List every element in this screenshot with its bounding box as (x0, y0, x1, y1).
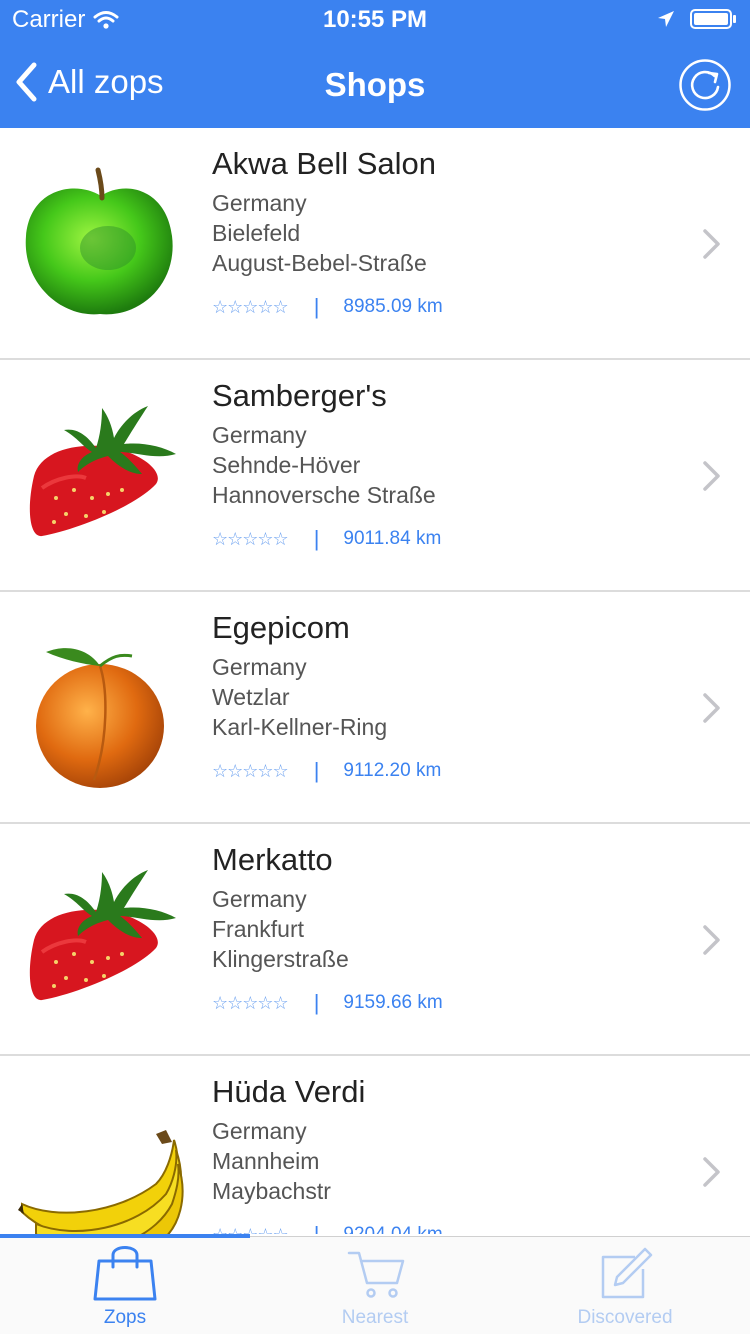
shop-distance: 9011.84 km (343, 528, 442, 549)
tab-nearest[interactable]: Nearest (250, 1237, 500, 1334)
rating-stars: ☆☆☆☆☆ (212, 992, 289, 1013)
shop-meta: ☆☆☆☆☆ | 9112.20 km (212, 758, 441, 784)
location-arrow-icon (658, 11, 674, 27)
refresh-icon[interactable] (678, 58, 732, 112)
status-icons (656, 8, 738, 30)
status-bar: Carrier 10:55 PM (0, 0, 750, 40)
shop-city: Mannheim (212, 1148, 320, 1174)
shop-country: Germany (212, 422, 307, 448)
shop-list[interactable]: Akwa Bell Salon Germany Bielefeld August… (0, 128, 750, 1234)
shop-row[interactable]: Akwa Bell Salon Germany Bielefeld August… (0, 128, 750, 360)
top-bar: Carrier 10:55 PM All zops Shops (0, 0, 750, 128)
shop-meta: ☆☆☆☆☆ | 9159.66 km (212, 990, 443, 1016)
shop-country: Germany (212, 886, 307, 912)
shop-distance: 9112.20 km (343, 760, 442, 781)
meta-separator: | (313, 758, 320, 783)
shop-distance: 8985.09 km (343, 296, 443, 317)
meta-separator: | (313, 990, 320, 1015)
shopping-bag-icon (93, 1246, 157, 1301)
chevron-right-icon (703, 461, 720, 491)
chevron-right-icon (703, 1157, 720, 1187)
shop-city: Bielefeld (212, 220, 301, 246)
tab-bar: Zops Nearest Discovered (0, 1234, 750, 1334)
shop-country: Germany (212, 654, 307, 680)
strawberry-image (29, 406, 176, 537)
chevron-right-icon (703, 693, 720, 723)
shop-meta: ☆☆☆☆☆ | 8985.09 km (212, 294, 443, 320)
navigation-bar: All zops Shops (0, 40, 750, 128)
shop-street: Klingerstraße (212, 946, 349, 972)
tab-label: Nearest (341, 1307, 409, 1328)
orange-image (36, 648, 164, 788)
rating-stars: ☆☆☆☆☆ (212, 1225, 289, 1235)
battery-icon (690, 9, 736, 29)
shop-city: Sehnde-Höver (212, 452, 361, 478)
shop-row[interactable]: Egepicom Germany Wetzlar Karl-Kellner-Ri… (0, 592, 750, 824)
shop-name: Samberger's (212, 378, 387, 413)
tab-label: Discovered (577, 1307, 673, 1328)
shop-row[interactable]: Samberger's Germany Sehnde-Höver Hannove… (0, 360, 750, 592)
clock: 10:55 PM (322, 6, 428, 33)
tab-label: Zops (103, 1307, 147, 1328)
shop-distance: 9204.04 km (343, 1224, 442, 1234)
shop-name: Egepicom (212, 610, 350, 645)
green-apple-image (25, 167, 173, 315)
shop-country: Germany (212, 1118, 307, 1144)
strawberry-image (29, 870, 176, 1001)
rating-stars: ☆☆☆☆☆ (212, 528, 289, 549)
shop-country: Germany (212, 190, 307, 216)
shop-city: Frankfurt (212, 916, 305, 942)
shop-city: Wetzlar (212, 684, 290, 710)
chevron-right-icon (703, 229, 720, 259)
edit-icon (601, 1247, 653, 1299)
shop-street: Karl-Kellner-Ring (212, 714, 388, 740)
rating-stars: ☆☆☆☆☆ (212, 760, 289, 781)
shop-name: Akwa Bell Salon (212, 146, 437, 181)
shop-row[interactable]: Hüda Verdi Germany Mannheim Maybachstr ☆… (0, 1056, 750, 1234)
shop-street: Hannoversche Straße (212, 482, 436, 508)
tab-zops[interactable]: Zops (0, 1237, 250, 1334)
banana-image (18, 1130, 184, 1234)
page-title: Shops (324, 66, 426, 103)
chevron-right-icon (703, 925, 720, 955)
cart-icon (347, 1251, 405, 1298)
rating-stars: ☆☆☆☆☆ (212, 296, 289, 317)
meta-separator: | (314, 1222, 320, 1234)
shop-meta: ☆☆☆☆☆ | 9011.84 km (212, 526, 441, 552)
tab-discovered[interactable]: Discovered (500, 1237, 750, 1334)
shop-street: Maybachstr (212, 1178, 331, 1204)
shop-meta: ☆☆☆☆☆ | 9204.04 km (212, 1222, 443, 1234)
shop-name: Hüda Verdi (212, 1074, 366, 1109)
meta-separator: | (313, 526, 320, 551)
shop-row[interactable]: Merkatto Germany Frankfurt Klingerstraße… (0, 824, 750, 1056)
shop-street: August-Bebel-Straße (212, 250, 427, 276)
shop-name: Merkatto (212, 842, 333, 877)
shop-distance: 9159.66 km (343, 992, 443, 1013)
meta-separator: | (313, 294, 320, 319)
